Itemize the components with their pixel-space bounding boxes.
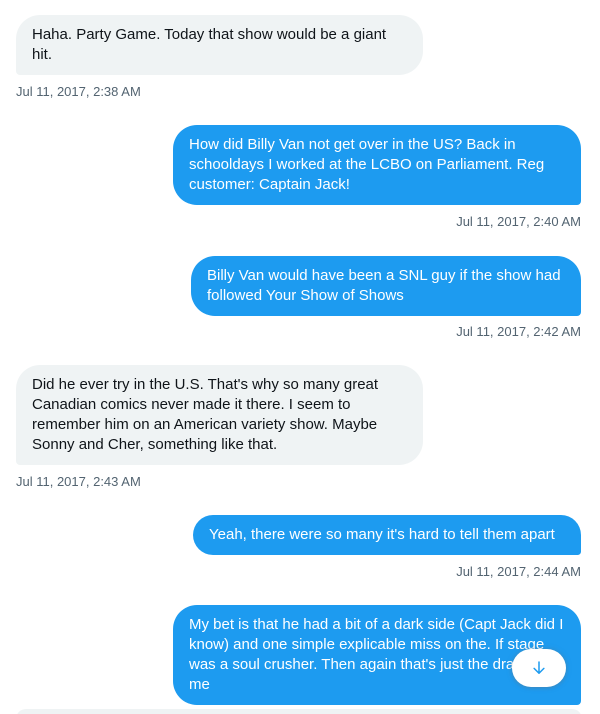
- message-text: Yeah, there were so many it's hard to te…: [209, 526, 555, 543]
- message-bubble-outgoing[interactable]: How did Billy Van not get over in the US…: [173, 125, 581, 205]
- message-text: My bet is that he had a bit of a dark si…: [189, 616, 564, 693]
- message-timestamp: Jul 11, 2017, 2:43 AM: [16, 474, 141, 489]
- message-bubble-outgoing[interactable]: Yeah, there were so many it's hard to te…: [193, 515, 581, 555]
- message-text: Did he ever try in the U.S. That's why s…: [32, 376, 379, 453]
- message-text: How did Billy Van not get over in the US…: [189, 136, 545, 193]
- message-thread: Haha. Party Game. Today that show would …: [0, 0, 600, 714]
- scroll-to-bottom-button[interactable]: [512, 649, 566, 687]
- message-bubble-incoming[interactable]: Haha. Party Game. Today that show would …: [16, 15, 423, 75]
- message-composer[interactable]: [16, 709, 582, 714]
- message-bubble-outgoing[interactable]: Billy Van would have been a SNL guy if t…: [191, 256, 581, 316]
- message-timestamp: Jul 11, 2017, 2:38 AM: [16, 84, 141, 99]
- message-text: Haha. Party Game. Today that show would …: [32, 26, 387, 63]
- arrow-down-icon: [533, 661, 545, 674]
- message-timestamp: Jul 11, 2017, 2:44 AM: [456, 564, 581, 579]
- message-timestamp: Jul 11, 2017, 2:42 AM: [456, 324, 581, 339]
- message-bubble-incoming[interactable]: Did he ever try in the U.S. That's why s…: [16, 365, 423, 465]
- message-timestamp: Jul 11, 2017, 2:40 AM: [456, 214, 581, 229]
- message-text: Billy Van would have been a SNL guy if t…: [207, 267, 561, 304]
